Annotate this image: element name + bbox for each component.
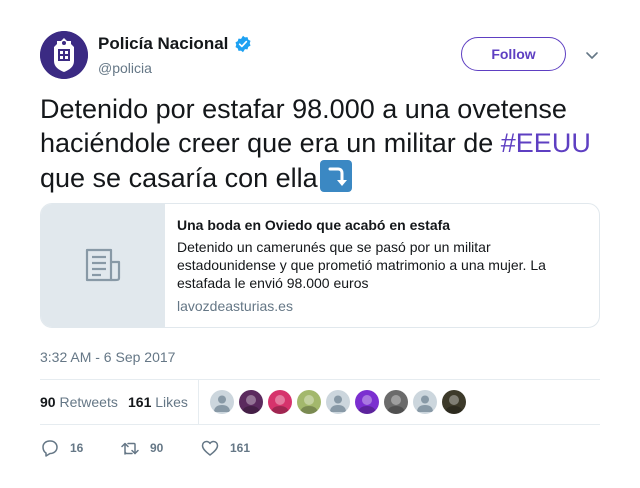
reply-count: 16 — [70, 441, 84, 455]
liker-avatars — [210, 390, 471, 414]
verified-badge-icon — [234, 35, 252, 53]
card-description: Detenido un camerunés que se pasó por un… — [177, 239, 546, 291]
author-handle[interactable]: @policia — [98, 60, 152, 76]
user-avatar-icon[interactable] — [268, 390, 292, 414]
likes-stat[interactable]: 161 Likes — [128, 394, 188, 410]
like-button[interactable]: 161 — [200, 438, 250, 458]
user-avatar-icon[interactable] — [442, 390, 466, 414]
default-avatar-icon[interactable] — [210, 390, 234, 414]
likes-label: Likes — [155, 394, 188, 410]
police-badge-icon[interactable] — [40, 31, 88, 79]
divider — [40, 424, 600, 425]
tweet-timestamp[interactable]: 3:32 AM - 6 Sep 2017 — [40, 349, 175, 365]
heart-icon — [201, 440, 219, 456]
default-avatar-icon[interactable] — [326, 390, 350, 414]
reply-icon — [42, 440, 58, 457]
hashtag-link[interactable]: #EEUU — [501, 128, 591, 158]
user-avatar-icon[interactable] — [355, 390, 379, 414]
reply-button[interactable]: 16 — [40, 438, 83, 458]
default-avatar-icon[interactable] — [413, 390, 437, 414]
link-preview-card[interactable]: Una boda en Oviedo que acabó en estafa D… — [40, 203, 600, 328]
retweet-count: 90 — [150, 441, 164, 455]
user-avatar-icon[interactable] — [239, 390, 263, 414]
likes-count: 161 — [128, 394, 152, 410]
retweet-button[interactable]: 90 — [120, 438, 163, 458]
stats-separator — [198, 380, 199, 424]
tweet-text: Detenido por estafar 98.000 a una oveten… — [40, 92, 600, 195]
card-thumbnail — [41, 204, 165, 327]
tweet-text-part1: Detenido por estafar 98.000 a una oveten… — [40, 94, 567, 158]
like-count: 161 — [230, 441, 251, 455]
retweets-stat[interactable]: 90 Retweets — [40, 394, 118, 410]
article-icon — [85, 248, 121, 281]
tweet-header: Policía Nacional @policia Follow — [40, 31, 600, 81]
retweets-label: Retweets — [59, 394, 118, 410]
card-domain: lavozdeasturias.es — [177, 298, 293, 314]
follow-button[interactable]: Follow — [461, 37, 566, 71]
card-title: Una boda en Oviedo que acabó en estafa — [177, 217, 451, 233]
retweets-count: 90 — [40, 394, 56, 410]
author-display-name[interactable]: Policía Nacional — [98, 34, 228, 54]
tweet-stats: 90 Retweets 161 Likes — [40, 380, 600, 424]
author-name-row: Policía Nacional — [98, 34, 252, 54]
card-body: Una boda en Oviedo que acabó en estafa D… — [177, 216, 587, 315]
chevron-down-icon[interactable] — [584, 47, 600, 63]
retweet-icon — [121, 442, 139, 455]
tweet-actions: 16 90 161 — [40, 438, 340, 458]
user-avatar-icon[interactable] — [297, 390, 321, 414]
user-avatar-icon[interactable] — [384, 390, 408, 414]
tweet-text-part2: que se casaría con ella — [40, 163, 318, 193]
arrow-curving-down-icon — [319, 160, 352, 192]
